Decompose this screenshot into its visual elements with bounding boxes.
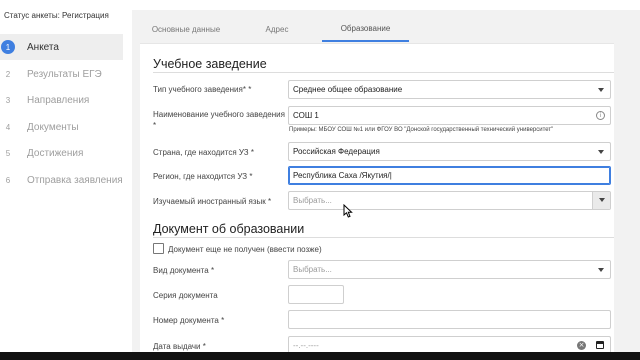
step-number: 2 [5,69,11,79]
language-label: Изучаемый иностранный язык * [153,197,272,206]
step-number: 6 [5,175,11,185]
clear-icon[interactable]: × [577,341,586,350]
step-label: Анкета [27,41,59,53]
region-label: Регион, где находится УЗ * [153,172,253,181]
country-select[interactable]: Российская Федерация [288,142,611,161]
series-label: Серия документа [153,291,218,300]
document-type-label: Вид документа * [153,266,215,275]
sidebar-step-achievements[interactable]: 5 Достижения [0,140,123,166]
number-input[interactable] [288,310,611,329]
info-icon[interactable]: i [596,111,605,120]
chevron-down-icon [599,198,605,202]
section-title-institution: Учебное заведение [153,57,267,71]
language-placeholder: Выбрать... [293,196,332,205]
step-number: 4 [5,122,11,132]
status-title: Статус анкеты: Регистрация [4,11,109,20]
country-value: Российская Федерация [293,147,380,156]
chevron-down-icon [598,268,604,272]
issue-date-input[interactable]: --.--.---- × [288,336,611,353]
not-received-checkbox[interactable] [153,243,164,254]
language-select[interactable]: Выбрать... [288,191,611,210]
section-title-document: Документ об образовании [153,222,305,236]
tab-address[interactable]: Адрес [232,16,322,42]
step-label: Достижения [27,147,84,159]
step-label: Отправка заявления [27,174,123,186]
step-label: Документы [27,121,79,133]
step-number: 5 [5,148,11,158]
sidebar-step-submit[interactable]: 6 Отправка заявления [0,167,123,193]
issue-date-placeholder: --.--.---- [293,340,319,350]
region-value: Республика Саха /Якутия/ [293,171,390,180]
series-input[interactable] [288,285,344,304]
institution-type-value: Среднее общее образование [293,85,403,94]
step-number: 1 [1,40,15,54]
institution-name-label: Наименование учебного заведения * [153,110,285,130]
institution-type-label: Тип учебного заведения* * [153,85,252,94]
bottom-edge [0,352,640,360]
institution-type-select[interactable]: Среднее общее образование [288,80,611,99]
education-form: Учебное заведение Тип учебного заведения… [140,43,614,353]
mouse-pointer-icon [343,204,353,218]
dropdown-toggle[interactable] [592,192,610,209]
region-input[interactable]: Республика Саха /Якутия/| [288,166,611,185]
issue-date-label: Дата выдачи * [153,342,206,351]
sidebar-step-directions[interactable]: 3 Направления [0,87,123,113]
institution-name-input[interactable]: СОШ 1 i [288,106,611,125]
step-number: 3 [5,95,11,105]
step-label: Результаты ЕГЭ [27,68,102,80]
step-label: Направления [27,94,90,106]
tab-education[interactable]: Образование [322,16,409,42]
country-label: Страна, где находится УЗ * [153,148,254,157]
sidebar: Статус анкеты: Регистрация 1 Анкета 2 Ре… [0,0,132,352]
institution-name-value: СОШ 1 [293,111,319,120]
institution-name-hint: Примеры: МБОУ СОШ №1 или ФГОУ ВО "Донско… [289,127,554,133]
document-type-select[interactable]: Выбрать... [288,260,611,279]
section-divider [153,237,614,238]
sidebar-step-anketa[interactable]: 1 Анкета [0,34,123,60]
tab-basic-data[interactable]: Основные данные [140,16,232,42]
calendar-icon[interactable] [596,341,604,349]
tab-bar: Основные данные Адрес Образование [140,16,614,42]
sidebar-step-ege[interactable]: 2 Результаты ЕГЭ [0,61,123,87]
not-received-label: Документ еще не получен (ввести позже) [168,245,322,254]
sidebar-step-documents[interactable]: 4 Документы [0,114,123,140]
document-type-placeholder: Выбрать... [293,265,332,274]
chevron-down-icon [598,88,604,92]
number-label: Номер документа * [153,316,225,325]
chevron-down-icon [598,150,604,154]
section-divider [153,72,614,73]
